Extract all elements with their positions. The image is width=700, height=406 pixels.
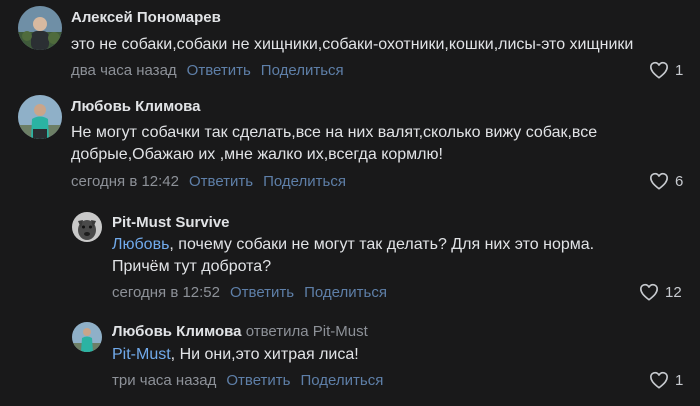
like-count: 12 — [665, 283, 682, 301]
comment-line: Любовь, почему собаки не могут так делат… — [112, 234, 594, 256]
comment-line: добрые,Обажаю их ,мне жалко их,всегда ко… — [71, 146, 443, 163]
comment-meta: сегодня в 12:42 Ответить Поделиться — [71, 173, 346, 190]
replied-to[interactable]: ответила Pit-Must — [246, 323, 368, 340]
reply-button[interactable]: Ответить — [226, 372, 290, 389]
share-button[interactable]: Поделиться — [304, 284, 387, 301]
comment-thread: Алексей Пономарев это не собаки,собаки н… — [0, 0, 700, 406]
comment-meta: два часа назад Ответить Поделиться — [71, 62, 344, 79]
comment-text: Не могут собачки так сделать,все на них … — [71, 122, 597, 166]
comment-line: Pit-Must, Ни они,это хитрая лиса! — [112, 344, 359, 366]
comment: Любовь Климова Не могут собачки так сдел… — [0, 90, 700, 200]
heart-icon — [649, 172, 668, 190]
author-name: Любовь Климова ответила Pit-Must — [112, 323, 368, 340]
comment-line-text: , Ни они,это хитрая лиса! — [170, 346, 359, 363]
author-link[interactable]: Любовь Климова — [112, 323, 242, 340]
comment-line: Причём тут доброта? — [112, 258, 272, 275]
like-count: 6 — [675, 172, 684, 190]
like-count: 1 — [675, 61, 684, 79]
avatar[interactable] — [18, 95, 62, 139]
timestamp[interactable]: сегодня в 12:42 — [71, 173, 179, 190]
comment-meta: три часа назад Ответить Поделиться — [112, 372, 383, 389]
timestamp[interactable]: два часа назад — [71, 62, 177, 79]
like-button[interactable]: 12 — [639, 283, 682, 301]
comment-text: это не собаки,собаки не хищники,собаки-о… — [71, 34, 633, 56]
comment-text: Любовь, почему собаки не могут так делат… — [112, 234, 594, 278]
avatar[interactable] — [18, 6, 62, 50]
comment-text: Pit-Must, Ни они,это хитрая лиса! — [112, 344, 359, 366]
author-name[interactable]: Любовь Климова — [71, 98, 201, 115]
reply-button[interactable]: Ответить — [230, 284, 294, 301]
heart-icon — [649, 61, 668, 79]
timestamp[interactable]: сегодня в 12:52 — [112, 284, 220, 301]
comment-line-text: , почему собаки не могут так делать? Для… — [169, 236, 595, 253]
share-button[interactable]: Поделиться — [261, 62, 344, 79]
reply-comment: Любовь Климова ответила Pit-Must Pit-Mus… — [0, 310, 700, 406]
share-button[interactable]: Поделиться — [263, 173, 346, 190]
mention-link[interactable]: Любовь — [112, 236, 169, 253]
like-button[interactable]: 1 — [649, 61, 683, 79]
like-button[interactable]: 1 — [649, 371, 683, 389]
comment-line: это не собаки,собаки не хищники,собаки-о… — [71, 36, 634, 53]
like-count: 1 — [675, 371, 684, 389]
author-name[interactable]: Pit-Must Survive — [112, 214, 230, 231]
author-name[interactable]: Алексей Пономарев — [71, 9, 221, 26]
heart-icon — [639, 283, 658, 301]
comment-meta: сегодня в 12:52 Ответить Поделиться — [112, 284, 387, 301]
like-button[interactable]: 6 — [649, 172, 683, 190]
reply-button[interactable]: Ответить — [187, 62, 251, 79]
mention-link[interactable]: Pit-Must — [112, 346, 171, 363]
avatar[interactable] — [72, 322, 102, 352]
timestamp[interactable]: три часа назад — [112, 372, 216, 389]
comment: Алексей Пономарев это не собаки,собаки н… — [0, 0, 700, 90]
share-button[interactable]: Поделиться — [300, 372, 383, 389]
avatar[interactable] — [72, 212, 102, 242]
comment-line: Не могут собачки так сделать,все на них … — [71, 124, 598, 141]
reply-comment: Pit-Must Survive Любовь, почему собаки н… — [0, 200, 700, 310]
reply-button[interactable]: Ответить — [189, 173, 253, 190]
heart-icon — [649, 371, 668, 389]
